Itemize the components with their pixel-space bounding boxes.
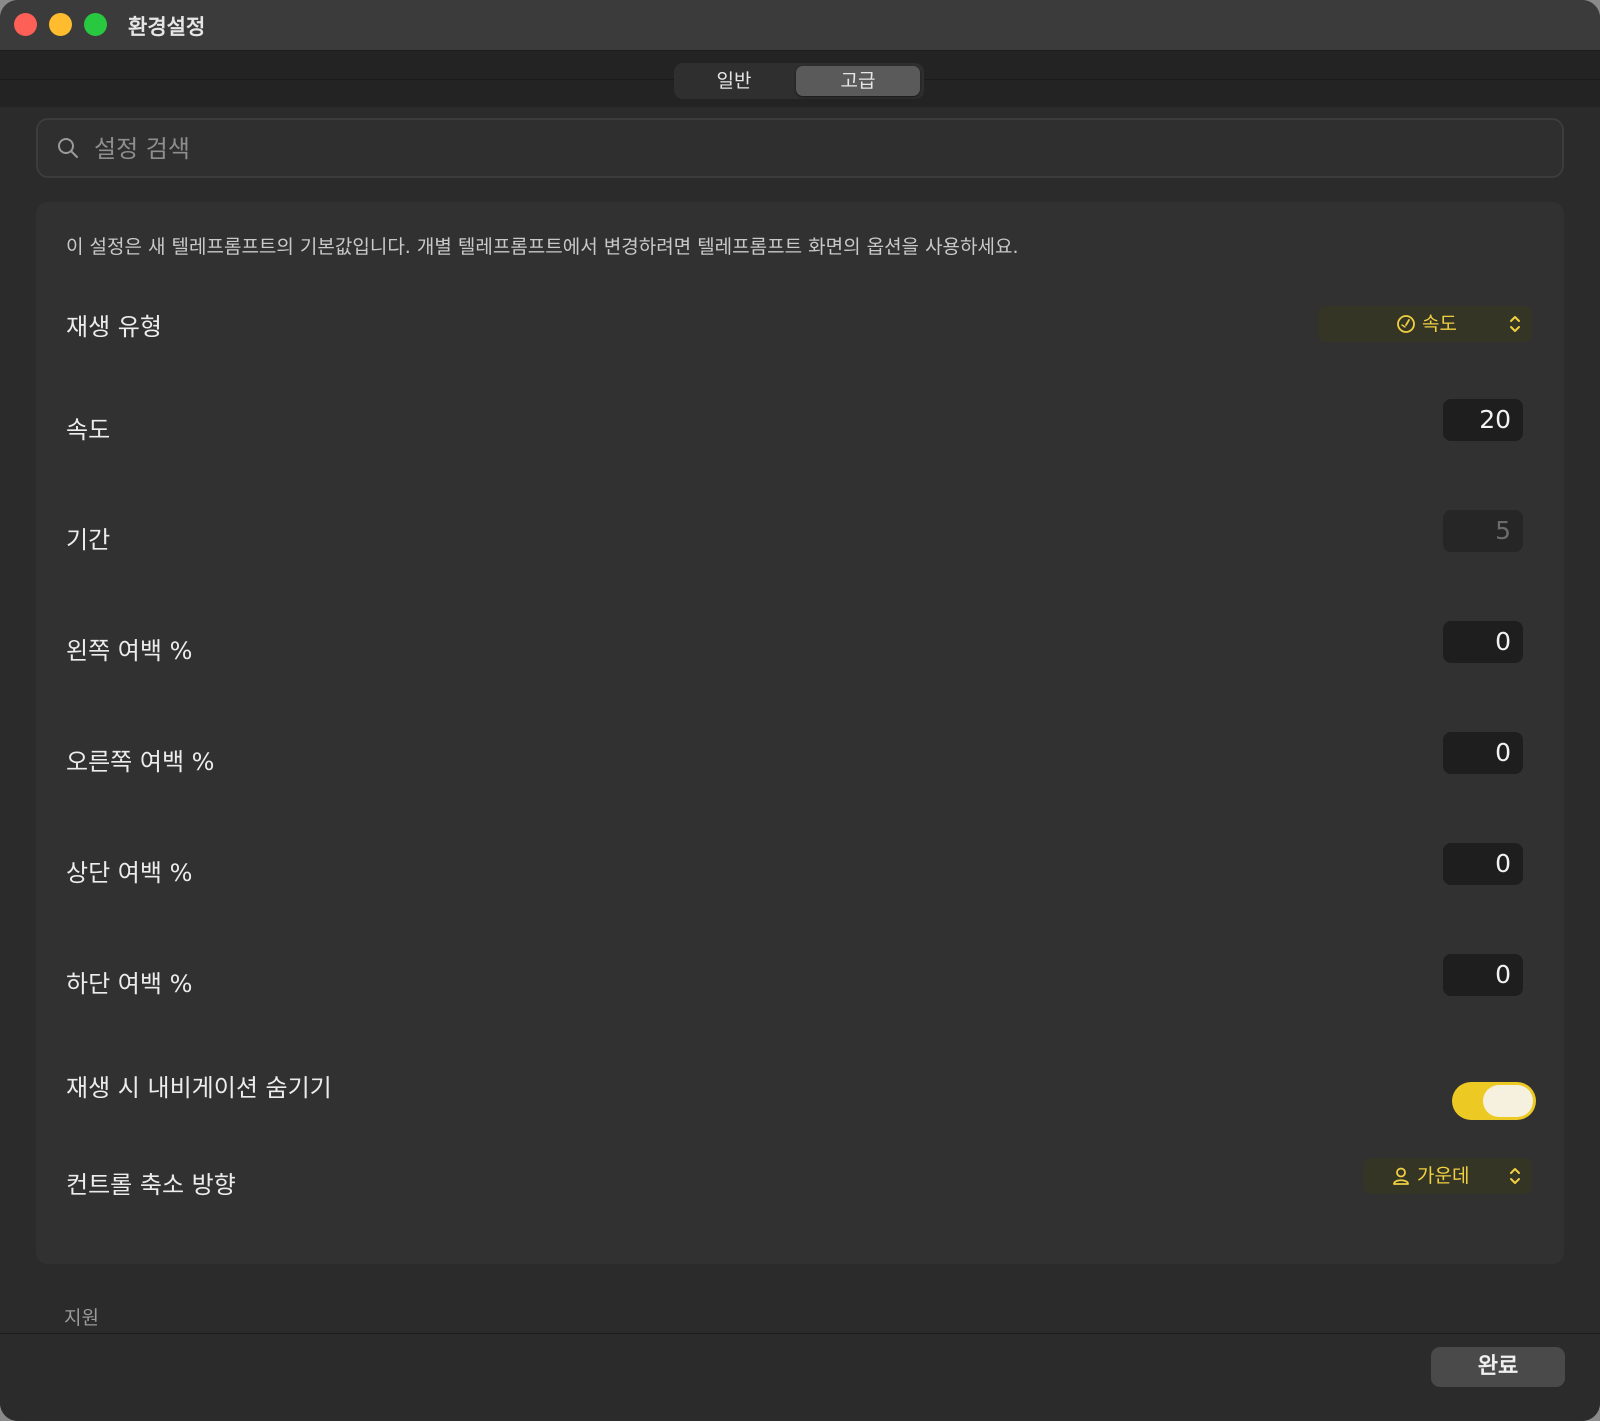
- speed-input[interactable]: 20: [1443, 399, 1523, 441]
- hide-navigation-toggle[interactable]: [1452, 1082, 1536, 1120]
- chevron-up-down-icon: [1510, 1168, 1520, 1184]
- control-shrink-value: 가운데: [1417, 1165, 1470, 1187]
- control-shrink-label: 컨트롤 축소 방향: [66, 1171, 236, 1199]
- search-input[interactable]: [92, 128, 1536, 170]
- tab-segmented-control: 일반 고급: [674, 63, 924, 99]
- zoom-window-button[interactable]: [84, 13, 107, 36]
- bottom-margin-input[interactable]: 0: [1443, 954, 1523, 996]
- support-section-label: 지원: [64, 1307, 99, 1329]
- duration-input[interactable]: 5: [1443, 510, 1523, 552]
- playback-type-value: 속도: [1422, 313, 1457, 335]
- window-title: 환경설정: [128, 15, 206, 39]
- close-window-button[interactable]: [14, 13, 37, 36]
- gauge-icon: [1397, 315, 1415, 333]
- chevron-up-down-icon: [1510, 316, 1520, 332]
- control-shrink-popup[interactable]: 가운데: [1363, 1158, 1532, 1194]
- bottom-margin-label: 하단 여백 %: [66, 970, 193, 998]
- duration-label: 기간: [66, 526, 111, 554]
- done-button[interactable]: 완료: [1431, 1347, 1565, 1387]
- minimize-window-button[interactable]: [49, 13, 72, 36]
- preferences-window: 환경설정 일반 고급 이 설정은 새 텔레프롬프트의 기본값입니다. 개별 텔레…: [0, 0, 1600, 1421]
- hide-navigation-label: 재생 시 내비게이션 숨기기: [66, 1074, 332, 1102]
- tab-general[interactable]: 일반: [678, 66, 790, 96]
- top-margin-label: 상단 여백 %: [66, 859, 193, 887]
- search-icon: [58, 138, 78, 158]
- panel-description: 이 설정은 새 텔레프롬프트의 기본값입니다. 개별 텔레프롬프트에서 변경하려…: [66, 236, 1019, 258]
- top-margin-input[interactable]: 0: [1443, 843, 1523, 885]
- left-margin-input[interactable]: 0: [1443, 621, 1523, 663]
- right-margin-input[interactable]: 0: [1443, 732, 1523, 774]
- search-field[interactable]: [36, 118, 1564, 178]
- speed-label: 속도: [66, 416, 111, 444]
- playback-type-popup[interactable]: 속도: [1318, 306, 1532, 342]
- settings-panel: 이 설정은 새 텔레프롬프트의 기본값입니다. 개별 텔레프롬프트에서 변경하려…: [36, 202, 1564, 1264]
- toggle-knob: [1483, 1085, 1533, 1117]
- person-icon: [1393, 1167, 1409, 1185]
- right-margin-label: 오른쪽 여백 %: [66, 748, 215, 776]
- playback-type-label: 재생 유형: [66, 313, 162, 341]
- title-bar: 환경설정: [0, 0, 1600, 51]
- tab-bar: 일반 고급: [0, 51, 1600, 107]
- footer-bar: 완료: [0, 1333, 1600, 1421]
- left-margin-label: 왼쪽 여백 %: [66, 637, 193, 665]
- tab-advanced[interactable]: 고급: [796, 66, 920, 96]
